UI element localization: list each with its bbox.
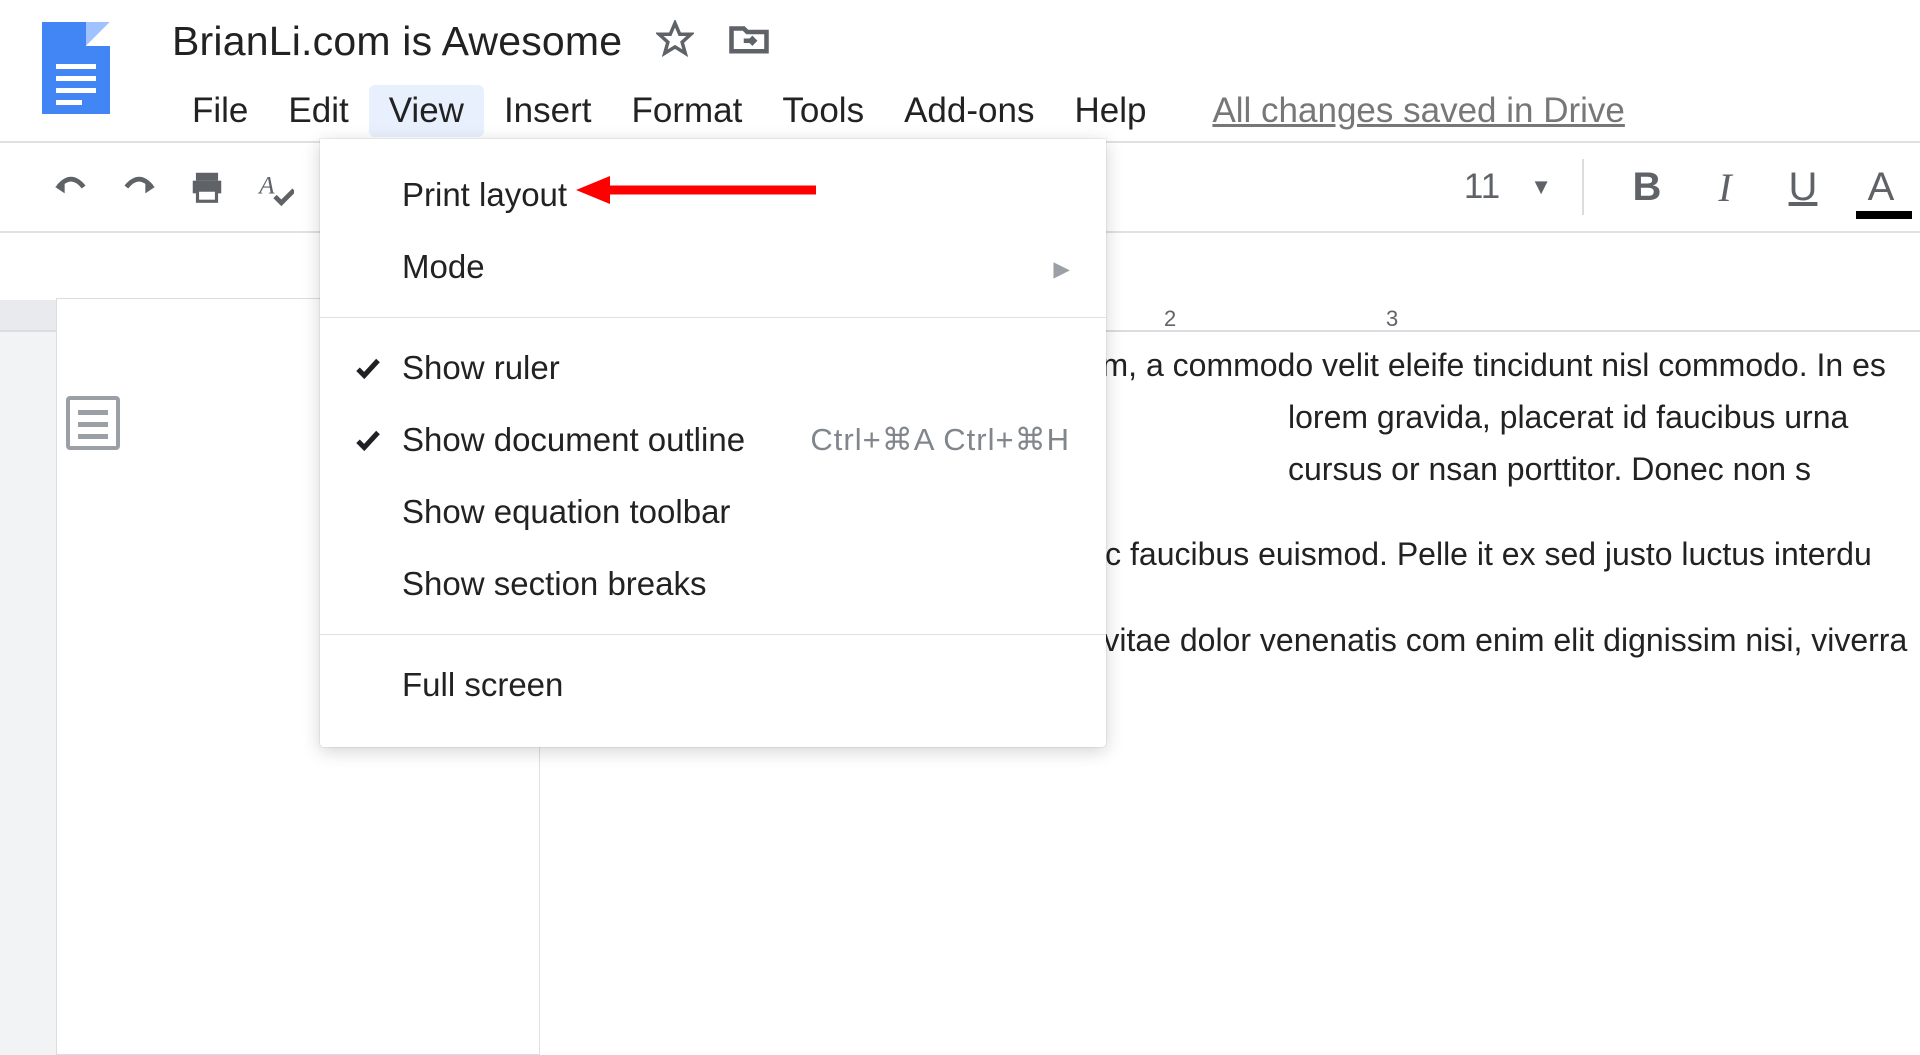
keyboard-shortcut: Ctrl+⌘A Ctrl+⌘H (810, 422, 1070, 458)
menu-item-show-ruler[interactable]: Show ruler (320, 332, 1106, 404)
menu-item-label: Full screen (402, 666, 563, 704)
submenu-arrow-icon: ▸ (1053, 248, 1070, 287)
menu-edit[interactable]: Edit (268, 85, 368, 137)
menu-addons[interactable]: Add-ons (884, 85, 1054, 137)
menu-item-print-layout[interactable]: Print layout (320, 159, 1106, 231)
check-icon (352, 352, 384, 384)
italic-button[interactable]: I (1686, 159, 1764, 215)
ruler-mark: 3 (1386, 306, 1398, 332)
menu-item-full-screen[interactable]: Full screen (320, 649, 1106, 721)
check-icon (352, 424, 384, 456)
menu-format[interactable]: Format (612, 85, 763, 137)
menu-view[interactable]: View (369, 85, 484, 137)
menu-item-label: Show document outline (402, 421, 745, 459)
menu-item-show-section-breaks[interactable]: Show section breaks (320, 548, 1106, 620)
docs-logo-icon[interactable] (42, 22, 110, 114)
menu-item-show-outline[interactable]: Show document outline Ctrl+⌘A Ctrl+⌘H (320, 404, 1106, 476)
menu-item-mode[interactable]: Mode ▸ (320, 231, 1106, 303)
menu-item-label: Show ruler (402, 349, 560, 387)
document-title[interactable]: BrianLi.com is Awesome (172, 18, 622, 65)
font-size-select[interactable]: 11 ▼ (1464, 159, 1584, 215)
menu-item-label: Mode (402, 248, 485, 286)
move-to-folder-icon[interactable] (728, 22, 770, 61)
menu-item-label: Show equation toolbar (402, 493, 730, 531)
menu-bar: File Edit View Insert Format Tools Add-o… (172, 85, 1625, 137)
print-icon[interactable] (184, 164, 230, 210)
menu-item-label: Print layout (402, 176, 567, 214)
menu-insert[interactable]: Insert (484, 85, 612, 137)
menu-item-show-equation-toolbar[interactable]: Show equation toolbar (320, 476, 1106, 548)
menu-item-label: Show section breaks (402, 565, 707, 603)
text-color-button[interactable]: A (1842, 159, 1920, 215)
menu-help[interactable]: Help (1054, 85, 1166, 137)
view-menu-dropdown: Print layout Mode ▸ Show ruler Show docu… (320, 139, 1106, 747)
document-outline-icon[interactable] (66, 396, 120, 450)
chevron-down-icon: ▼ (1530, 174, 1552, 200)
star-icon[interactable] (656, 20, 694, 63)
ruler-mark: 2 (1164, 306, 1176, 332)
underline-button[interactable]: U (1764, 159, 1842, 215)
menu-file[interactable]: File (172, 85, 268, 137)
undo-icon[interactable] (48, 164, 94, 210)
bold-button[interactable]: B (1608, 159, 1686, 215)
svg-text:A: A (257, 171, 275, 199)
menu-tools[interactable]: Tools (762, 85, 884, 137)
spellcheck-icon[interactable]: A (252, 164, 298, 210)
font-size-value: 11 (1464, 167, 1500, 207)
save-status[interactable]: All changes saved in Drive (1212, 91, 1624, 131)
redo-icon[interactable] (116, 164, 162, 210)
